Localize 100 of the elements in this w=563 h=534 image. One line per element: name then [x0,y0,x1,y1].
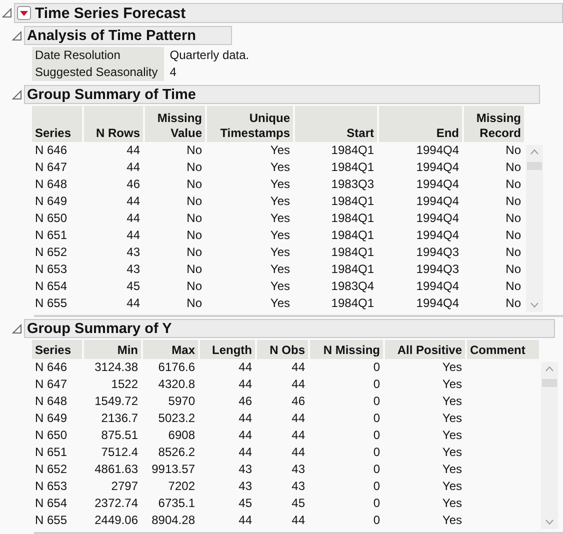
table-cell-text: 1984Q1 [330,142,375,159]
table-cell-text: No [504,142,522,159]
table-cell-text: 8904.28 [150,512,196,529]
table-cell-text: Yes [269,295,291,312]
table-cell-text: 1984Q1 [330,159,375,176]
table-cell-text: Yes [269,176,291,193]
table-cell-text: N 652 [34,461,68,478]
table-cell-text: 44 [290,444,306,461]
disclosure-icon[interactable] [2,8,12,18]
table-cell-text: No [186,159,203,176]
scrollbar[interactable] [541,362,558,529]
section-title: Analysis of Time Pattern [24,26,232,45]
table-cell-text: 9913.57 [150,461,196,478]
table-cell-text: Yes [269,278,291,295]
table-cell-text: No [504,193,522,210]
table-cell-text: 45 [238,495,253,512]
column-header: N Obs [257,340,308,359]
table-cell-text: N 651 [34,227,68,244]
column-header: Series [32,106,82,142]
table-cell-text: 44 [238,376,253,393]
table-cell-text: 5970 [167,393,196,410]
table-cell-text: 1994Q4 [415,176,460,193]
table-cell-text: No [504,159,522,176]
table-cell-text: 1984Q1 [330,210,375,227]
table-cell-text: 43 [126,244,141,261]
scroll-thumb[interactable] [542,379,557,387]
table-cell-text: 0 [372,376,381,393]
table-cell-text: 44 [126,159,141,176]
table-cell-text: 1994Q4 [415,193,460,210]
table-cell-text: 46 [126,176,141,193]
column-header: N Rows [84,106,143,142]
table-cell-text: Yes [269,210,291,227]
table-cell-text: 875.51 [100,427,139,444]
table-cell-text: 1549.72 [94,393,139,410]
table-cell-text: Yes [269,261,291,278]
table-cell-text: 44 [238,444,253,461]
table-cell-text: 0 [372,427,381,444]
disclosure-icon[interactable] [12,324,22,334]
table-cell-text: 44 [126,210,141,227]
table-cell-text: 2797 [110,478,139,495]
table-cell-text: No [504,278,522,295]
table-cell-text: 0 [372,495,381,512]
disclosure-icon[interactable] [12,30,22,40]
table-cell-text: Yes [269,193,291,210]
table-cell-text: 44 [290,512,306,529]
scrollbar[interactable] [526,145,543,312]
table-cell-text: 2136.7 [100,410,139,427]
table-cell-text: No [186,227,203,244]
table-cell-text: 43 [126,261,141,278]
column-header: Max [143,340,198,359]
table-cell-text: 44 [290,410,306,427]
table-cell-text: N 648 [34,176,68,193]
disclosure-icon[interactable] [12,90,22,100]
table-cell-text: 1994Q3 [415,244,460,261]
table-cell-text: 1984Q1 [330,193,375,210]
scroll-up-icon[interactable] [545,366,554,372]
table-cell-text: N 653 [34,261,68,278]
table-cell-text: 6735.1 [157,495,196,512]
dropdown-menu-icon[interactable] [17,6,31,20]
table-cell-text: 44 [290,376,306,393]
column-header: Min [84,340,141,359]
column-header: Start [295,106,377,142]
table-cell-text: 44 [290,427,306,444]
table-cell-text: 44 [126,227,141,244]
table-cell-text: N 649 [34,193,68,210]
table-cell-text: 44 [290,359,306,376]
table-cell-text: N 654 [34,495,68,512]
table-cell-text: 7202 [167,478,196,495]
table-cell-text: N 649 [34,410,68,427]
table-cell-text: No [504,295,522,312]
table-cell-text: 6176.6 [157,359,196,376]
section-title: Group Summary of Time [24,85,540,104]
table-cell-text: No [186,210,203,227]
table-cell-text: 1984Q1 [330,244,375,261]
table-cell-text: No [186,176,203,193]
scroll-up-icon[interactable] [530,149,539,155]
scroll-down-icon[interactable] [530,302,539,308]
table-cell-text: 44 [238,427,253,444]
table-cell-text: 1522 [110,376,139,393]
table-cell-text: Yes [441,495,463,512]
table-cell-text: Yes [441,444,463,461]
property-value: 4 [168,64,178,81]
table-cell-text: Yes [441,359,463,376]
table-cell-text: 44 [126,193,141,210]
table-cell-text: No [504,261,522,278]
table-cell-text: 1984Q1 [330,295,375,312]
column-header: All Positive [385,340,465,359]
table-cell-text: No [186,193,203,210]
table-cell-text: Yes [441,393,463,410]
table-cell-text: Yes [441,376,463,393]
table-cell-text: 44 [238,410,253,427]
property-label: Suggested Seasonality [32,64,164,81]
column-header: End [379,106,462,142]
scroll-thumb[interactable] [527,162,542,170]
section-title: Group Summary of Y [24,319,555,338]
table-cell-text: 2449.06 [94,512,139,529]
table-cell-text: 4861.63 [94,461,139,478]
table-cell-text: No [186,295,203,312]
table-cell-text: Yes [269,159,291,176]
scroll-down-icon[interactable] [545,519,554,525]
